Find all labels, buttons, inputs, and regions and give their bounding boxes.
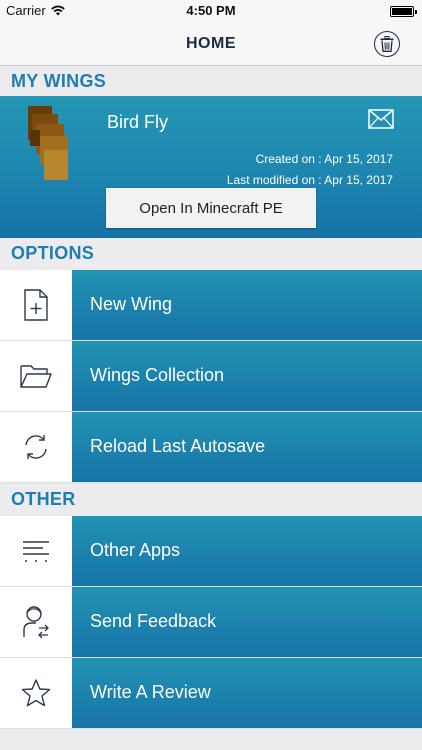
modified-date: Last modified on : Apr 15, 2017 — [226, 173, 393, 187]
star-icon — [21, 679, 51, 707]
created-date: Created on : Apr 15, 2017 — [255, 152, 393, 166]
section-header-my-wings: MY WINGS — [0, 66, 422, 96]
trash-button[interactable] — [374, 31, 400, 57]
option-label: Reload Last Autosave — [90, 436, 266, 456]
feedback-icon — [23, 606, 49, 639]
wing-thumbnail — [28, 106, 68, 180]
reload-icon — [25, 435, 47, 459]
status-bar: Carrier 4:50 PM — [0, 0, 422, 22]
navigation-bar: HOME — [0, 22, 422, 66]
status-time: 4:50 PM — [186, 3, 236, 18]
section-header-other: OTHER — [0, 484, 422, 514]
list-icon — [23, 541, 49, 562]
write-review[interactable]: Write A Review — [0, 658, 422, 729]
mail-icon[interactable] — [368, 109, 394, 129]
option-label: New Wing — [90, 294, 173, 314]
send-feedback[interactable]: Send Feedback — [0, 587, 422, 658]
folder-icon — [20, 365, 52, 388]
battery-icon — [390, 6, 417, 17]
other-apps[interactable]: Other Apps — [0, 516, 422, 587]
open-in-minecraft-button[interactable]: Open In Minecraft PE — [106, 188, 316, 228]
wing-card[interactable]: Bird Fly Created on : Apr 15, 2017 Last … — [0, 96, 422, 238]
section-header-options: OPTIONS — [0, 238, 422, 268]
option-wings-collection[interactable]: Wings Collection — [0, 341, 422, 412]
other-label: Send Feedback — [90, 611, 217, 631]
bottom-padding — [0, 729, 422, 750]
wing-name: Bird Fly — [107, 112, 169, 132]
new-file-icon — [24, 289, 48, 321]
other-label: Other Apps — [90, 540, 181, 560]
page-title: HOME — [186, 35, 236, 52]
option-label: Wings Collection — [90, 365, 225, 385]
option-new-wing[interactable]: New Wing — [0, 270, 422, 341]
other-label: Write A Review — [90, 682, 211, 702]
trash-icon — [380, 36, 394, 52]
option-reload-autosave[interactable]: Reload Last Autosave — [0, 412, 422, 483]
